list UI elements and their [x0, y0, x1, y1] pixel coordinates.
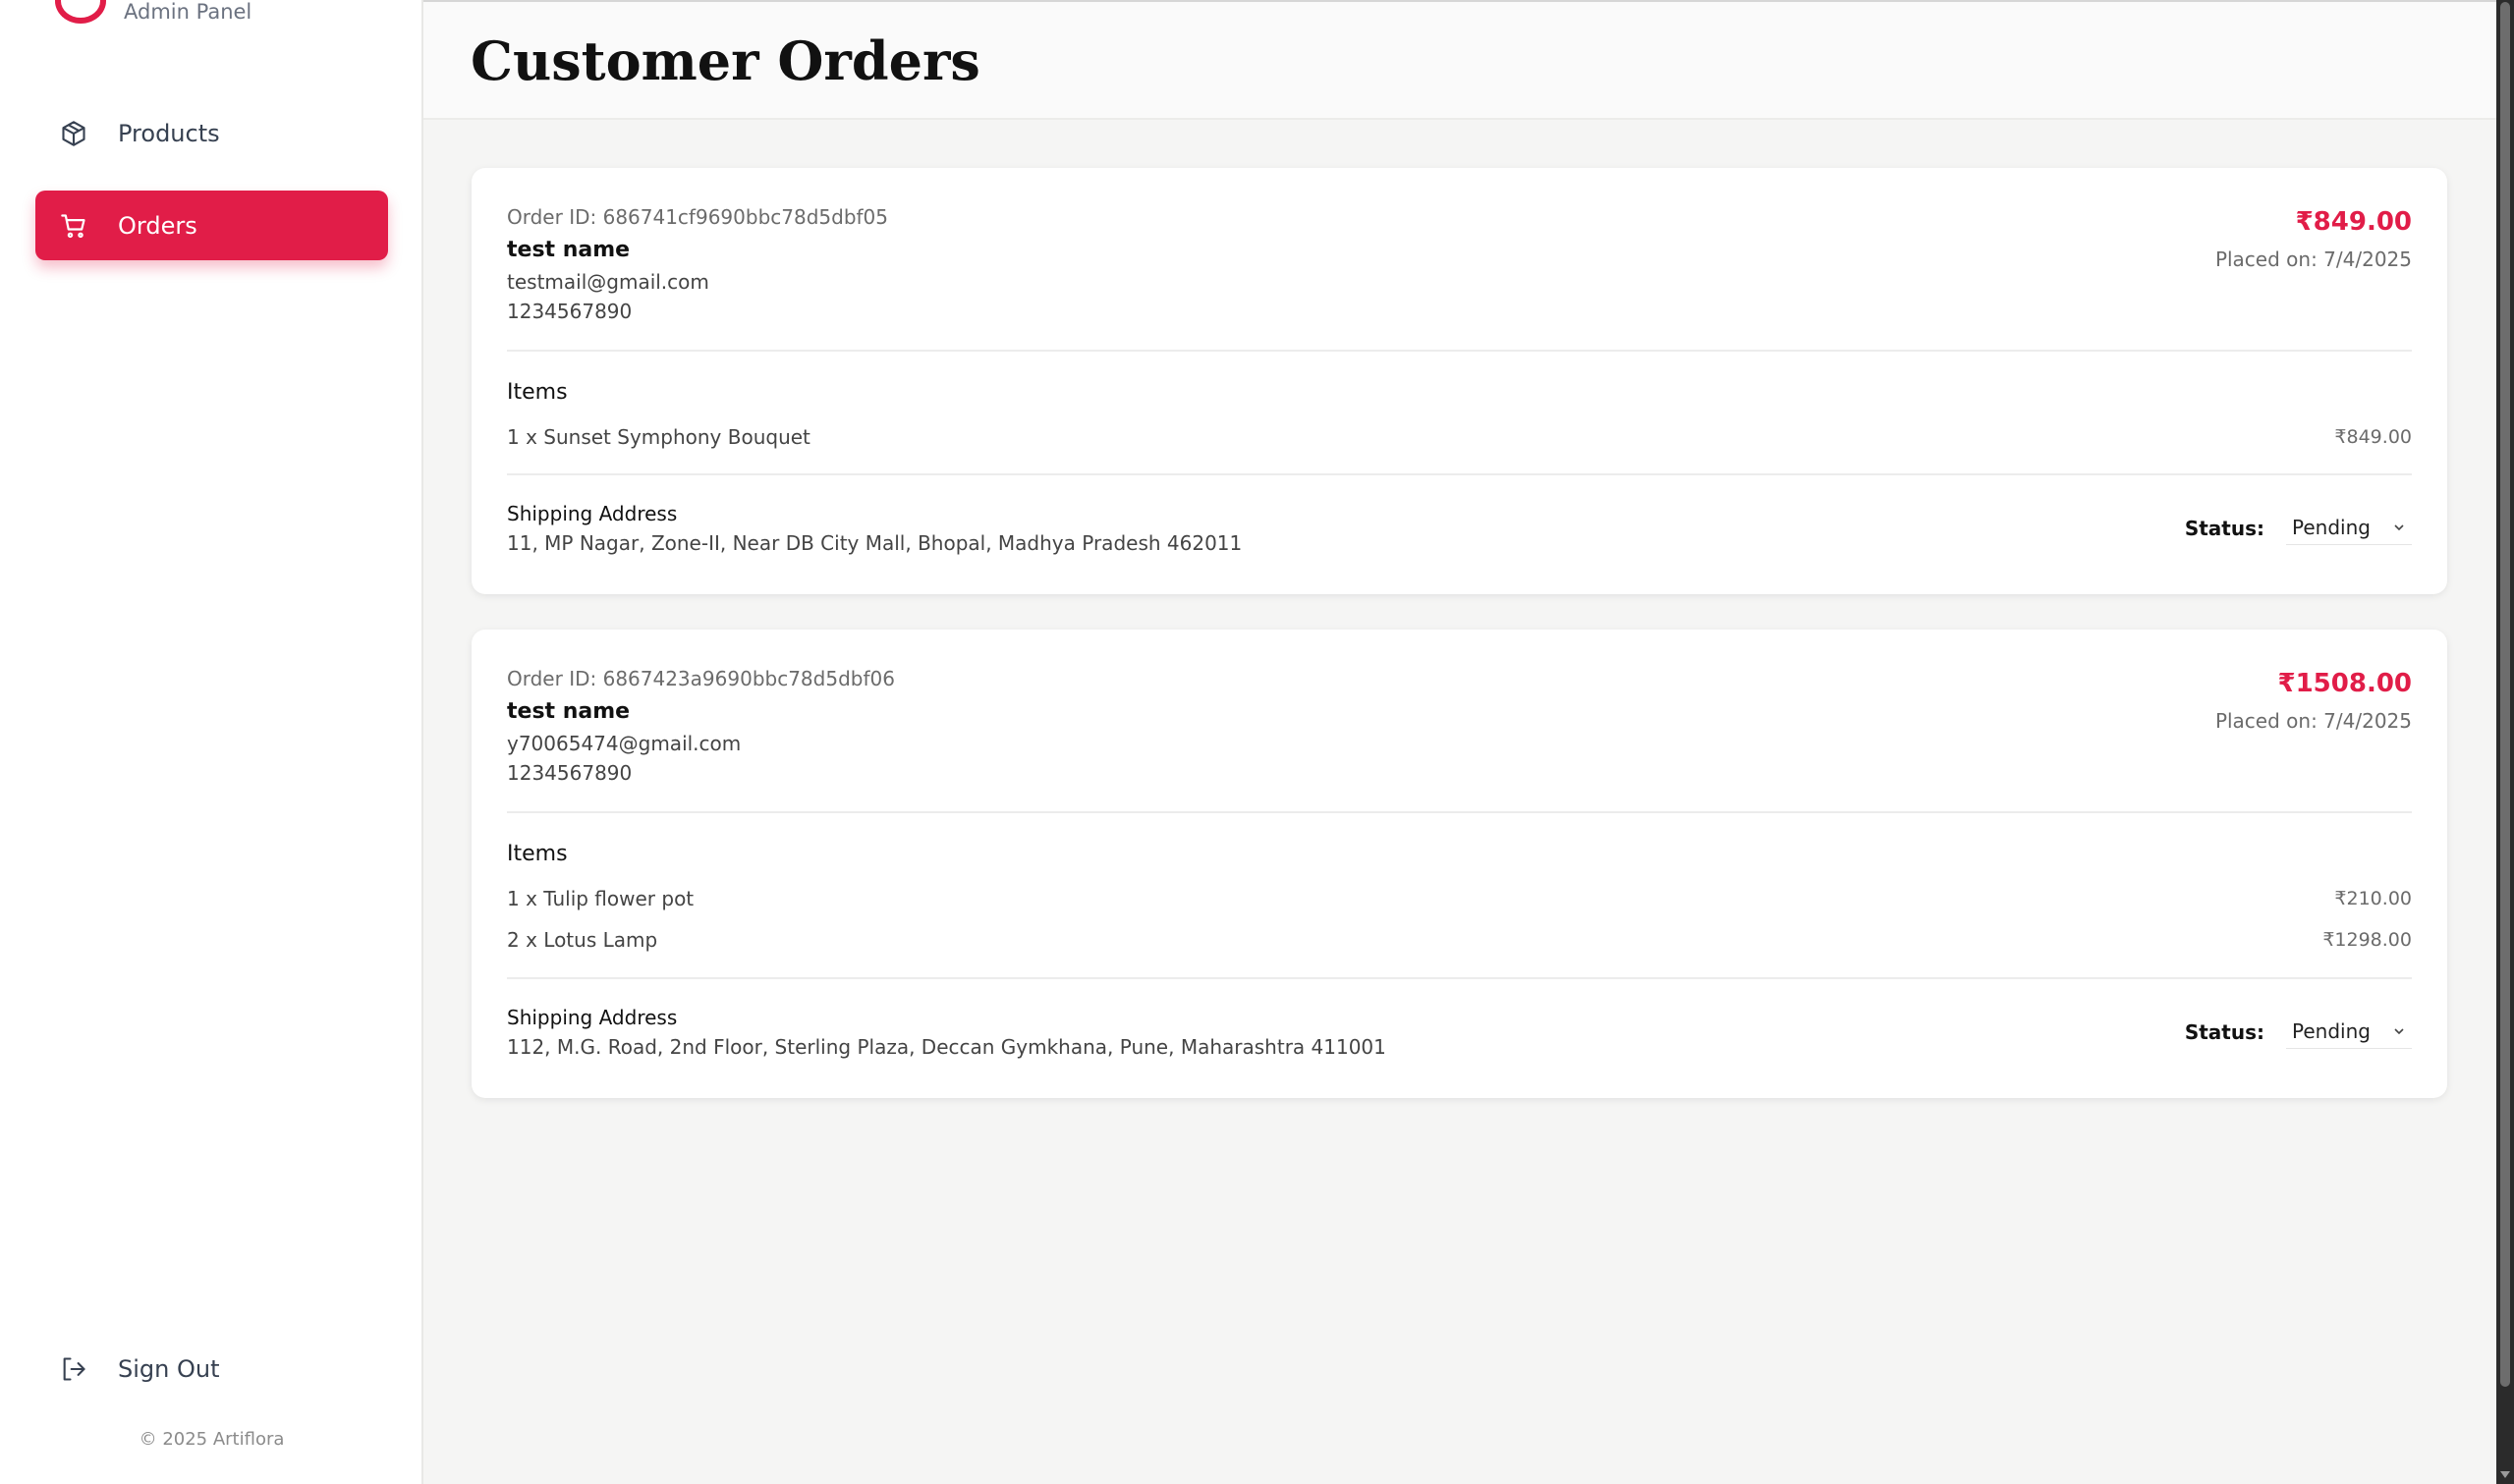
scrollbar-thumb[interactable] — [2500, 2, 2510, 1387]
scroll-down-arrow-icon[interactable] — [2500, 1471, 2510, 1478]
sign-out-icon — [59, 1354, 88, 1384]
order-date: Placed on: 7/4/2025 — [2214, 709, 2412, 733]
shipping-address: 11, MP Nagar, Zone-II, Near DB City Mall… — [507, 531, 1243, 555]
shipping-heading: Shipping Address — [507, 1006, 678, 1029]
order-item-name: 2 x Lotus Lamp — [507, 928, 658, 952]
page-title: Customer Orders — [471, 29, 980, 92]
order-card: Order ID: 686741cf9690bbc78d5dbf05 test … — [472, 168, 2447, 594]
divider — [507, 811, 2412, 813]
vertical-scrollbar[interactable] — [2496, 0, 2514, 1484]
chevron-down-icon — [2392, 1023, 2406, 1037]
shipping-address: 112, M.G. Road, 2nd Floor, Sterling Plaz… — [507, 1035, 1386, 1059]
sign-out-label: Sign Out — [118, 1354, 220, 1383]
package-icon — [59, 119, 88, 148]
customer-name: test name — [507, 238, 631, 262]
sidebar: Admin Panel Products Orders Sign Out © 2… — [0, 0, 423, 1484]
status-label: Status: — [2184, 517, 2264, 540]
order-item-name: 1 x Sunset Symphony Bouquet — [507, 425, 810, 449]
chevron-down-icon — [2392, 520, 2406, 533]
order-total: ₹849.00 — [2295, 207, 2412, 237]
sidebar-item-label: Orders — [118, 211, 197, 240]
order-date: Placed on: 7/4/2025 — [2214, 247, 2412, 271]
brand-subtitle: Admin Panel — [124, 0, 252, 24]
customer-name: test name — [507, 699, 631, 724]
customer-email: y70065474@gmail.com — [507, 732, 742, 755]
status-value: Pending — [2292, 1019, 2371, 1043]
order-id: Order ID: 6867423a9690bbc78d5dbf06 — [507, 667, 895, 690]
divider — [507, 977, 2412, 979]
divider — [507, 350, 2412, 352]
order-item-price: ₹849.00 — [2334, 426, 2412, 448]
status-value: Pending — [2292, 516, 2371, 539]
customer-phone: 1234567890 — [507, 761, 633, 785]
items-heading: Items — [507, 380, 568, 405]
sidebar-item-products[interactable]: Products — [35, 98, 388, 168]
customer-phone: 1234567890 — [507, 300, 633, 323]
shipping-heading: Shipping Address — [507, 502, 678, 525]
items-heading: Items — [507, 842, 568, 866]
status-label: Status: — [2184, 1020, 2264, 1044]
order-item-price: ₹1298.00 — [2322, 929, 2412, 951]
order-id: Order ID: 686741cf9690bbc78d5dbf05 — [507, 205, 889, 229]
brand-logo-icon — [55, 0, 106, 24]
order-total: ₹1508.00 — [2277, 669, 2412, 698]
customer-email: testmail@gmail.com — [507, 270, 709, 294]
page-header: Customer Orders — [423, 2, 2496, 120]
copyright: © 2025 Artiflora — [139, 1429, 285, 1450]
status-select[interactable]: Pending — [2286, 512, 2412, 545]
order-item-name: 1 x Tulip flower pot — [507, 887, 695, 910]
sidebar-item-label: Products — [118, 119, 220, 147]
order-item-price: ₹210.00 — [2334, 888, 2412, 909]
sign-out-button[interactable]: Sign Out — [35, 1334, 388, 1403]
order-card: Order ID: 6867423a9690bbc78d5dbf06 test … — [472, 630, 2447, 1098]
status-select[interactable]: Pending — [2286, 1016, 2412, 1049]
divider — [507, 473, 2412, 475]
sidebar-item-orders[interactable]: Orders — [35, 191, 388, 260]
shopping-cart-icon — [59, 211, 88, 241]
